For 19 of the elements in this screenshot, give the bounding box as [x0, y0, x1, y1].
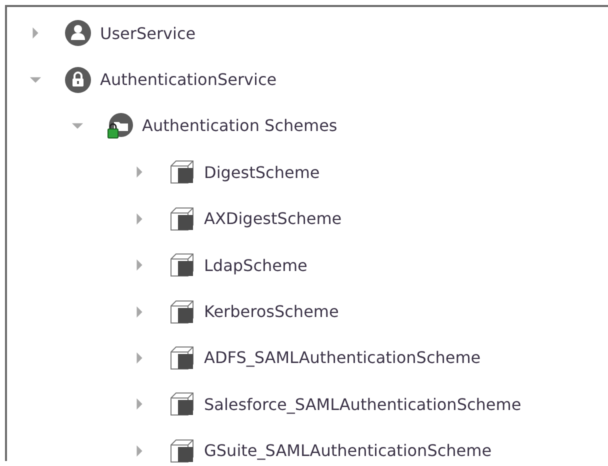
tree-item[interactable]: ADFS_SAMLAuthenticationScheme: [204, 348, 481, 368]
lock-icon: [64, 66, 92, 94]
cube-icon: [168, 204, 196, 233]
cube-icon: [168, 390, 196, 418]
tree-item[interactable]: UserService: [100, 24, 196, 43]
user-icon: [64, 19, 92, 48]
locked-folder-icon: [106, 112, 134, 140]
cube-icon: [168, 344, 196, 372]
tree-item[interactable]: Authentication Schemes: [142, 116, 338, 136]
tree-item[interactable]: GSuite_SAMLAuthenticationScheme: [204, 441, 492, 460]
cube-icon: [168, 158, 196, 186]
tree-item[interactable]: Salesforce_SAMLAuthenticationScheme: [204, 394, 522, 414]
tree-item[interactable]: LdapScheme: [204, 256, 308, 275]
tree-item[interactable]: AXDigestScheme: [204, 209, 342, 228]
cube-icon: [168, 298, 196, 326]
tree-item[interactable]: AuthenticationService: [100, 70, 277, 90]
tree-item[interactable]: DigestScheme: [204, 162, 320, 182]
cube-icon: [168, 251, 196, 280]
tree-item[interactable]: KerberosScheme: [204, 302, 339, 322]
